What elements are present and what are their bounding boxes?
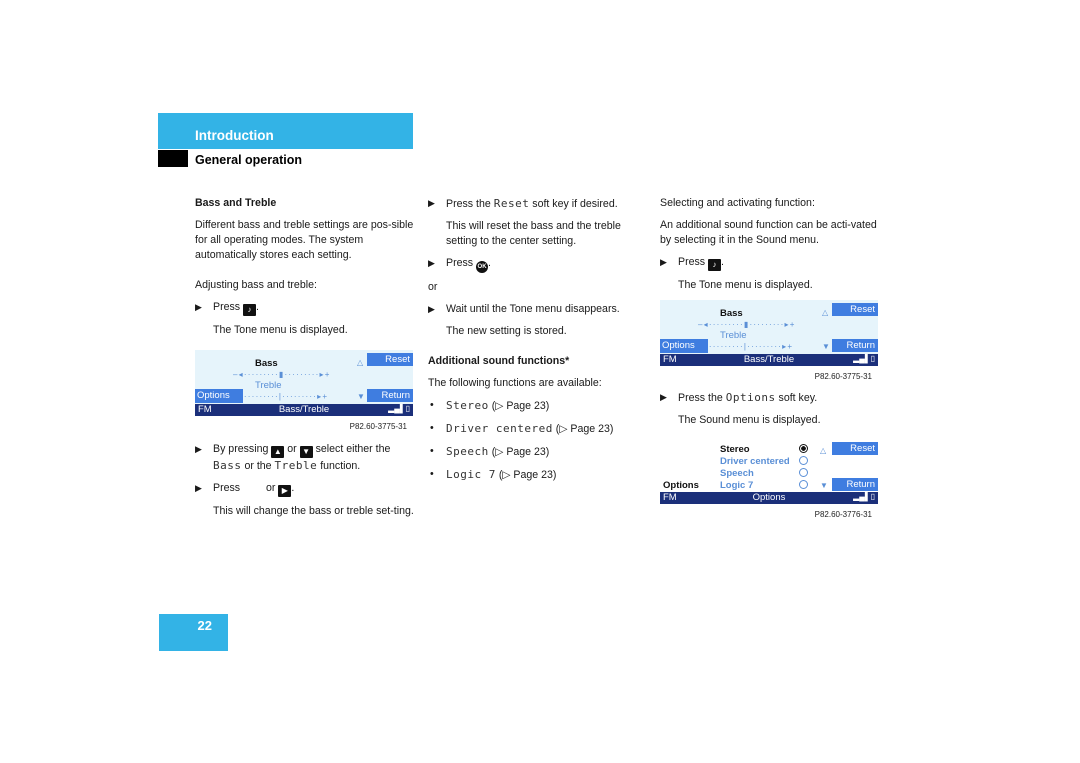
tone-menu-figure: Bass – ◂ · · · · · · · · · ▮ · · · · · ·… [660, 300, 882, 384]
lcd-sound-menu: Stereo Driver centered Speech Logic 7 △ … [660, 440, 878, 504]
lcd-treble-slider: – ◂ · · · · · · · · · | · · · · · · · · … [698, 342, 792, 351]
step-press-reset: ▶ Press the Reset soft key if desired. [428, 197, 618, 210]
subsection-title: General operation [195, 153, 302, 167]
up-key-icon: ▲ [271, 446, 285, 458]
step-arrow-icon: ▶ [660, 392, 667, 402]
signal-strength-icon: ▂▄▌▯ [853, 492, 875, 501]
return-softkey[interactable]: Return [832, 339, 878, 352]
heading-additional-functions: Additional sound functions* [428, 355, 570, 367]
step-result: The Sound menu is displayed. [678, 414, 821, 426]
radio-logic7[interactable] [799, 480, 808, 489]
radio-stereo-selected[interactable] [799, 444, 808, 453]
lcd-treble-slider: – ◂ · · · · · · · · · | · · · · · · · · … [233, 392, 327, 401]
list-item: • Speech (▷ Page 23) [430, 445, 550, 458]
down-key-icon: ▼ [299, 446, 313, 458]
page-number: 22 [197, 618, 212, 633]
subsection-marker [158, 150, 188, 167]
right-key-icon: ▶ [278, 485, 292, 497]
down-triangle-icon: ▼ [820, 481, 828, 490]
status-menu-name: Bass/Treble [278, 404, 330, 415]
ok-key-icon: OK [476, 261, 489, 273]
adjusting-label: Adjusting bass and treble: [195, 279, 317, 291]
return-softkey[interactable]: Return [367, 389, 413, 402]
lcd-status-bar: FM Options ▂▄▌▯ [660, 492, 878, 504]
step-result: This will reset the bass and the treble … [446, 220, 621, 247]
radio-driver-centered[interactable] [799, 456, 808, 465]
step-result: The new setting is stored. [446, 325, 567, 337]
tone-menu-figure: Bass – ◂ · · · · · · · · · ▮ · · · · · ·… [195, 350, 417, 434]
step-press-sound: ▶ Press ♪. [660, 256, 724, 271]
step-press-left-right: ▶ Press or ▶. [195, 482, 295, 497]
step-result: The Tone menu is displayed. [213, 324, 348, 336]
return-softkey[interactable]: Return [832, 478, 878, 491]
step-arrow-icon: ▶ [195, 302, 202, 312]
section-title: Introduction [195, 128, 274, 143]
list-item: • Stereo (▷ Page 23) [430, 399, 550, 412]
step-wait: ▶ Wait until the Tone menu disappears. [428, 303, 620, 315]
step-arrow-icon: ▶ [428, 198, 435, 208]
step-arrow-icon: ▶ [660, 257, 667, 267]
sound-key-icon: ♪ [708, 259, 722, 271]
sound-key-icon: ♪ [243, 304, 257, 316]
lcd-item-logic7[interactable]: Logic 7 [720, 478, 753, 493]
heading-selecting: Selecting and activating function: [660, 197, 815, 209]
status-menu-name: Options [752, 492, 786, 503]
up-triangle-icon: △ [357, 358, 364, 367]
lcd-status-bar: FM Bass/Treble ▂▄▌▯ [195, 404, 413, 416]
figure-caption: P82.60-3776-31 [814, 510, 872, 519]
intro-text: Different bass and treble settings are p… [195, 219, 414, 261]
or-text: or [428, 281, 438, 293]
step-result: This will change the bass or treble set-… [213, 505, 414, 517]
column-3: Selecting and activating function: An ad… [660, 196, 882, 522]
list-item: • Driver centered (▷ Page 23) [430, 422, 614, 435]
reset-softkey[interactable]: Reset [367, 353, 413, 366]
figure-caption: P82.60-3775-31 [814, 372, 872, 381]
column-1: Bass and Treble Different bass and trebl… [195, 196, 417, 526]
list-item: • Logic 7 (▷ Page 23) [430, 468, 557, 481]
step-arrow-icon: ▶ [428, 258, 435, 268]
options-label[interactable]: Options [663, 478, 699, 493]
step-result: The Tone menu is displayed. [678, 279, 813, 291]
options-softkey[interactable]: Options [660, 339, 708, 353]
radio-speech[interactable] [799, 468, 808, 477]
signal-strength-icon: ▂▄▌▯ [388, 404, 410, 413]
intro-text: An additional sound function can be acti… [660, 219, 877, 246]
step-arrow-icon: ▶ [428, 304, 435, 314]
up-triangle-icon: △ [820, 446, 827, 455]
column-2: ▶ Press the Reset soft key if desired. T… [428, 196, 650, 490]
step-arrow-icon: ▶ [195, 444, 202, 454]
step-press-ok: ▶ Press OK. [428, 256, 650, 273]
figure-caption: P82.60-3775-31 [349, 422, 407, 431]
down-triangle-icon: ▼ [357, 392, 365, 401]
options-softkey[interactable]: Options [195, 389, 243, 403]
reset-softkey[interactable]: Reset [832, 442, 878, 455]
functions-intro: The following functions are available: [428, 377, 602, 389]
functions-list: • Stereo (▷ Page 23) • Driver centered (▷ … [428, 398, 650, 483]
step-press-sound: ▶ Press ♪. [195, 301, 259, 316]
sound-menu-figure: Stereo Driver centered Speech Logic 7 △ … [660, 440, 882, 522]
lcd-tone-menu: Bass – ◂ · · · · · · · · · ▮ · · · · · ·… [195, 350, 413, 416]
lcd-status-bar: FM Bass/Treble ▂▄▌▯ [660, 354, 878, 366]
lcd-tone-menu: Bass – ◂ · · · · · · · · · ▮ · · · · · ·… [660, 300, 878, 366]
step-press-options: ▶ Press the Options soft key. [660, 391, 818, 404]
reset-softkey[interactable]: Reset [832, 303, 878, 316]
heading-bass-treble: Bass and Treble [195, 197, 277, 209]
down-triangle-icon: ▼ [822, 342, 830, 351]
status-menu-name: Bass/Treble [743, 354, 795, 365]
up-triangle-icon: △ [822, 308, 829, 317]
signal-strength-icon: ▂▄▌▯ [853, 354, 875, 363]
step-select-function: ▶ By pressing ▲ or ▼ select either the B… [195, 443, 391, 472]
step-arrow-icon: ▶ [195, 483, 202, 493]
